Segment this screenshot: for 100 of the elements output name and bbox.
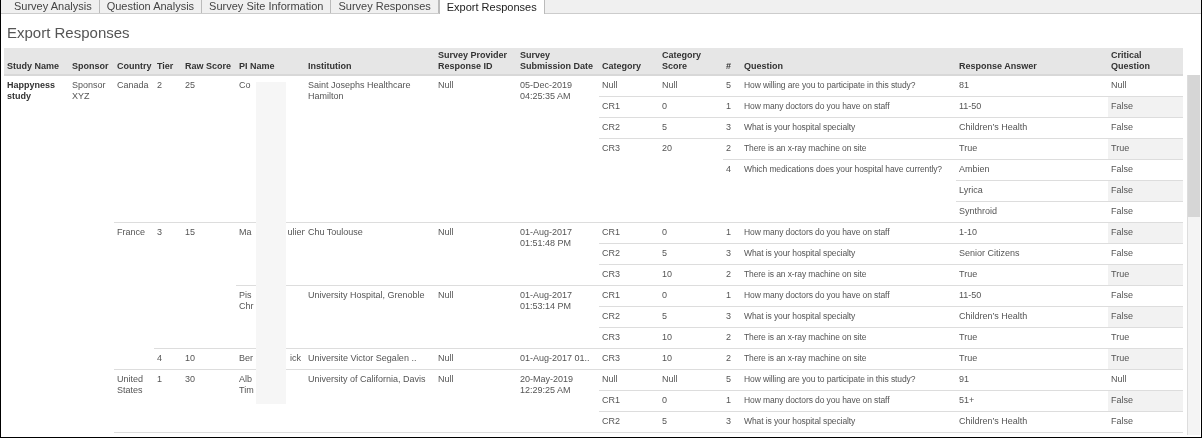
- table-cell: Null: [435, 75, 517, 223]
- table-cell: CR1: [599, 390, 659, 412]
- table-cell: True: [1108, 264, 1183, 286]
- table-cell: 15: [182, 222, 236, 349]
- table-cell: What is your hospital specialty: [741, 306, 956, 328]
- table-cell: 2: [723, 138, 741, 160]
- column-header: Survey Provider Response ID: [435, 48, 517, 75]
- table-cell: There is an x-ray machine on site: [741, 138, 956, 160]
- table-cell: 0: [659, 285, 723, 307]
- table-cell: Null: [435, 222, 517, 286]
- table-cell: 05-Dec-2019 04:25:35 AM: [517, 75, 599, 223]
- table-cell: Children’s Health: [956, 411, 1108, 433]
- table-cell: Senior Citizens: [956, 243, 1108, 265]
- table-cell: United States: [114, 369, 154, 433]
- table-cell: 2: [723, 264, 741, 286]
- table-cell: 0: [659, 222, 723, 244]
- table-cell: CR2: [599, 306, 659, 328]
- column-header: Study Name: [4, 48, 69, 75]
- table-cell: Null: [599, 75, 659, 97]
- table-cell: 11-50: [956, 285, 1108, 307]
- table-cell: 30: [182, 369, 236, 433]
- table-cell: False: [1108, 222, 1183, 244]
- table-cell: What is your hospital specialty: [741, 117, 956, 139]
- table-cell: How willing are you to participate in this study?: [741, 75, 956, 97]
- table-cell: False: [1108, 96, 1183, 118]
- table-cell: There is an x-ray machine on site: [741, 264, 956, 286]
- table-cell: 20: [659, 138, 723, 223]
- table-cell: There is an x-ray machine on site: [741, 348, 956, 370]
- table-cell: 01-Aug-2017 01:51:48 PM: [517, 222, 599, 286]
- table-cell: 91: [956, 369, 1108, 391]
- column-header: Category Score: [659, 48, 723, 75]
- table-cell: CR2: [599, 411, 659, 433]
- table-cell: 1: [154, 369, 182, 433]
- table-cell: Sponsor XYZ: [69, 75, 114, 433]
- table-cell: 0: [659, 96, 723, 118]
- table-cell: 5: [723, 369, 741, 391]
- table-cell: Null: [1108, 369, 1183, 391]
- table-cell: How willing are you to participate in this study?: [741, 369, 956, 391]
- table-cell: Chu Toulouse: [305, 222, 435, 286]
- table-cell: What is your hospital specialty: [741, 411, 956, 433]
- table-cell: False: [1108, 201, 1183, 223]
- table-cell: Null: [1108, 75, 1183, 97]
- table-cell: How many doctors do you have on staff: [741, 222, 956, 244]
- table-cell: France: [114, 222, 154, 370]
- table-cell: CR2: [599, 243, 659, 265]
- column-header: Sponsor: [69, 48, 114, 75]
- table-cell: 3: [723, 411, 741, 433]
- table-cell: CR3: [599, 327, 659, 349]
- table-cell: 1: [723, 285, 741, 307]
- scrollbar[interactable]: [1187, 75, 1200, 435]
- column-header: Country: [114, 48, 154, 75]
- table-cell: How many doctors do you have on staff: [741, 96, 956, 118]
- table-cell: CR3: [599, 138, 659, 223]
- table-cell: CR1: [599, 96, 659, 118]
- table-cell: Null: [659, 369, 723, 391]
- pi-name-text: Pis: [239, 290, 253, 301]
- table-cell: 5: [723, 75, 741, 97]
- column-header: Question: [741, 48, 956, 75]
- table-cell: Null: [435, 369, 517, 433]
- table-cell: 0: [659, 390, 723, 412]
- pi-name-text: ick: [290, 353, 301, 364]
- column-header: Tier: [154, 48, 182, 75]
- table-cell: 81: [956, 75, 1108, 97]
- table-cell: 1: [723, 222, 741, 244]
- table-cell: Which medications does your hospital have currently?: [741, 159, 956, 223]
- table-cell: True: [1108, 327, 1183, 349]
- pi-name-text: Alb: [239, 374, 253, 385]
- table-cell: False: [1108, 159, 1183, 181]
- table-cell: University Hospital, Grenoble: [305, 285, 435, 349]
- table-cell: 3: [723, 117, 741, 139]
- table-cell: False: [1108, 306, 1183, 328]
- tab[interactable]: Export Responses: [438, 0, 545, 14]
- pi-name-text: Ber: [239, 353, 254, 364]
- table-cell: How many doctors do you have on staff: [741, 285, 956, 307]
- table-cell: 2: [723, 327, 741, 349]
- table-cell: 4: [154, 348, 182, 370]
- table-cell: There is an x-ray machine on site: [741, 327, 956, 349]
- column-header: Survey Submission Date: [517, 48, 599, 75]
- table-cell: False: [1108, 117, 1183, 139]
- table-cell: 5: [659, 117, 723, 139]
- table-cell: CR1: [599, 222, 659, 244]
- table-cell: Null: [659, 75, 723, 97]
- table-cell: Saint Josephs Healthcare Hamilton: [305, 75, 435, 223]
- table-cell: Canada: [114, 75, 154, 223]
- column-header: Category: [599, 48, 659, 75]
- table-cell: 25: [182, 75, 236, 223]
- column-header: Critical Question: [1108, 48, 1183, 75]
- table-cell: Null: [599, 369, 659, 391]
- table-cell: 01-Aug-2017 01..: [517, 348, 599, 370]
- table-cell: 01-Aug-2017 01:53:14 PM: [517, 285, 599, 349]
- table-cell: 2: [723, 348, 741, 370]
- table-cell: True: [1108, 138, 1183, 160]
- table-cell: 10: [659, 327, 723, 349]
- table-cell: 5: [659, 411, 723, 433]
- table-cell: What is your hospital specialty: [741, 243, 956, 265]
- table-cell: 4: [723, 159, 741, 223]
- table-cell: 10: [182, 348, 236, 370]
- table-cell: 2: [154, 75, 182, 223]
- pi-name-text: Ma: [239, 227, 252, 238]
- table-cell: 5: [659, 243, 723, 265]
